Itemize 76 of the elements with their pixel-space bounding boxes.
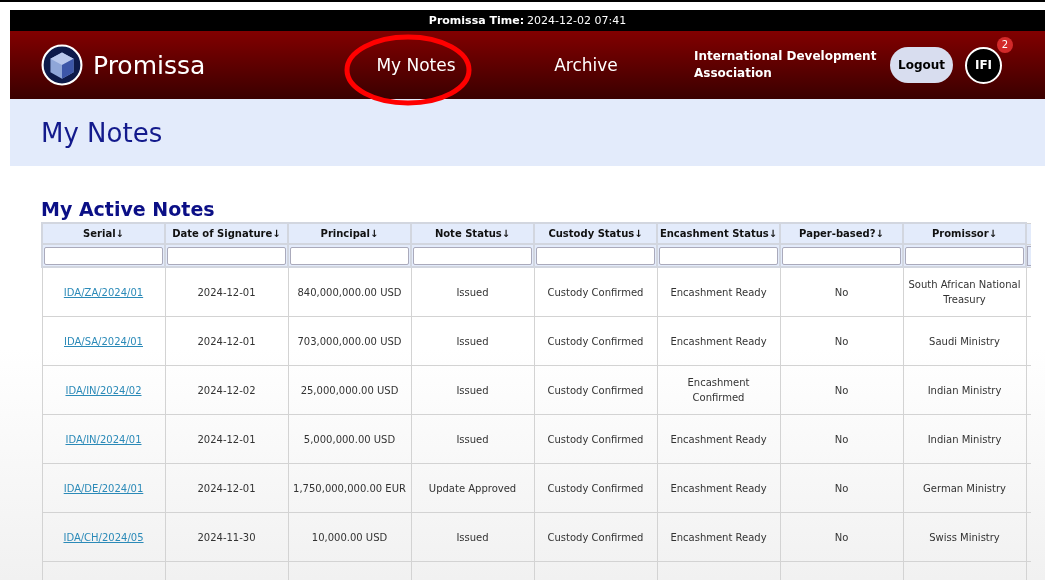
table-cell: Encashment Ready: [657, 267, 780, 317]
table-cell: No: [780, 512, 903, 562]
column-header[interactable]: Paper-based?↓: [780, 223, 903, 244]
filter-field[interactable]: [413, 246, 532, 265]
table-cell: Custody Confirmed: [534, 365, 657, 415]
table-cell: Saudi Ministry: [903, 316, 1026, 366]
table-cell: 840,000,000.00 USD: [288, 267, 411, 317]
table-cell: Update Approved: [411, 463, 534, 513]
table-cell: Custody Confirmed: [534, 267, 657, 317]
table-cell: 2024-12-01: [165, 414, 288, 464]
filter-field[interactable]: [659, 246, 778, 265]
page-title: My Notes: [41, 117, 163, 148]
table-cell: Indian Ministry: [903, 365, 1026, 415]
organization-name: International Development Association: [694, 48, 878, 82]
column-header[interactable]: Serial↓: [42, 223, 165, 244]
cube-logo-icon: [41, 44, 83, 86]
column-header[interactable]: Promissor↓: [903, 223, 1026, 244]
serial-link[interactable]: IDA/ZA/2024/01: [63, 286, 144, 298]
column-header[interactable]: Custody Status↓: [534, 223, 657, 244]
column-header[interactable]: Note Status↓: [411, 223, 534, 244]
filter-field[interactable]: [290, 246, 409, 265]
nav-link[interactable]: Archive: [554, 55, 618, 75]
table-cell: Swiss Ministry: [903, 512, 1026, 562]
serial-link[interactable]: IDA/CH/2024/05: [63, 531, 144, 543]
column-header[interactable]: Principal↓: [288, 223, 411, 244]
table-cell: 703,000,000.00 USD: [288, 316, 411, 366]
table-cell: 2024-12-01: [165, 463, 288, 513]
table-cell: 1,750,000,000.00 EUR: [288, 463, 411, 513]
app-name: Promissa: [93, 50, 206, 80]
time-label: Promissa Time:: [428, 14, 525, 27]
section-title: My Active Notes: [41, 198, 216, 220]
table-cell: South African National Treasury: [903, 267, 1026, 317]
notification-badge: 2: [997, 36, 1013, 53]
nav-link[interactable]: My Notes: [376, 55, 456, 75]
table-cell: No: [780, 316, 903, 366]
table-cell: Custody Confirmed: [534, 512, 657, 562]
serial-link[interactable]: IDA/SA/2024/01: [64, 335, 143, 347]
table-cell: No: [780, 463, 903, 513]
table-cell: Custody Confirmed: [534, 414, 657, 464]
column-header[interactable]: Encashment Status↓: [657, 223, 780, 244]
table-cell: Encashment Ready: [657, 316, 780, 366]
table-cell: 25,000,000.00 USD: [288, 365, 411, 415]
table-cell: Indian Ministry: [903, 414, 1026, 464]
table-cell: Issued: [411, 365, 534, 415]
filter-field[interactable]: [782, 246, 901, 265]
table-cell: Custody Confirmed: [534, 316, 657, 366]
table-cell: Encashment Ready: [657, 414, 780, 464]
table-cell: Issued: [411, 414, 534, 464]
filter-field[interactable]: [44, 246, 163, 265]
table-cell: No: [780, 414, 903, 464]
table-cell: No: [780, 365, 903, 415]
serial-link[interactable]: IDA/IN/2024/02: [65, 384, 142, 396]
table-cell: 2024-12-02: [165, 365, 288, 415]
filter-field[interactable]: [905, 246, 1024, 265]
table-cell: Issued: [411, 316, 534, 366]
table-cell: Encashment Ready: [657, 512, 780, 562]
table-cell: No: [780, 267, 903, 317]
column-header[interactable]: Date of Signature↓: [165, 223, 288, 244]
table-cell: German Ministry: [903, 463, 1026, 513]
filter-field[interactable]: [536, 246, 655, 265]
table-cell: Issued: [411, 267, 534, 317]
serial-link[interactable]: IDA/DE/2024/01: [63, 482, 144, 494]
table-cell: Encashment Confirmed: [657, 365, 780, 415]
logout-button[interactable]: Logout: [890, 47, 953, 83]
table-cell: 5,000,000.00 USD: [288, 414, 411, 464]
serial-link[interactable]: IDA/IN/2024/01: [65, 433, 142, 445]
table-cell: 2024-12-01: [165, 267, 288, 317]
table-cell: Custody Confirmed: [534, 463, 657, 513]
table-cell: 10,000.00 USD: [288, 512, 411, 562]
time-value: 2024-12-02 07:41: [527, 14, 627, 27]
table-cell: 2024-12-01: [165, 316, 288, 366]
table-cell: Issued: [411, 512, 534, 562]
table-cell: Encashment Ready: [657, 463, 780, 513]
avatar-button[interactable]: IFI: [965, 46, 1002, 84]
filter-field[interactable]: [167, 246, 286, 265]
table-cell: 2024-11-30: [165, 512, 288, 562]
